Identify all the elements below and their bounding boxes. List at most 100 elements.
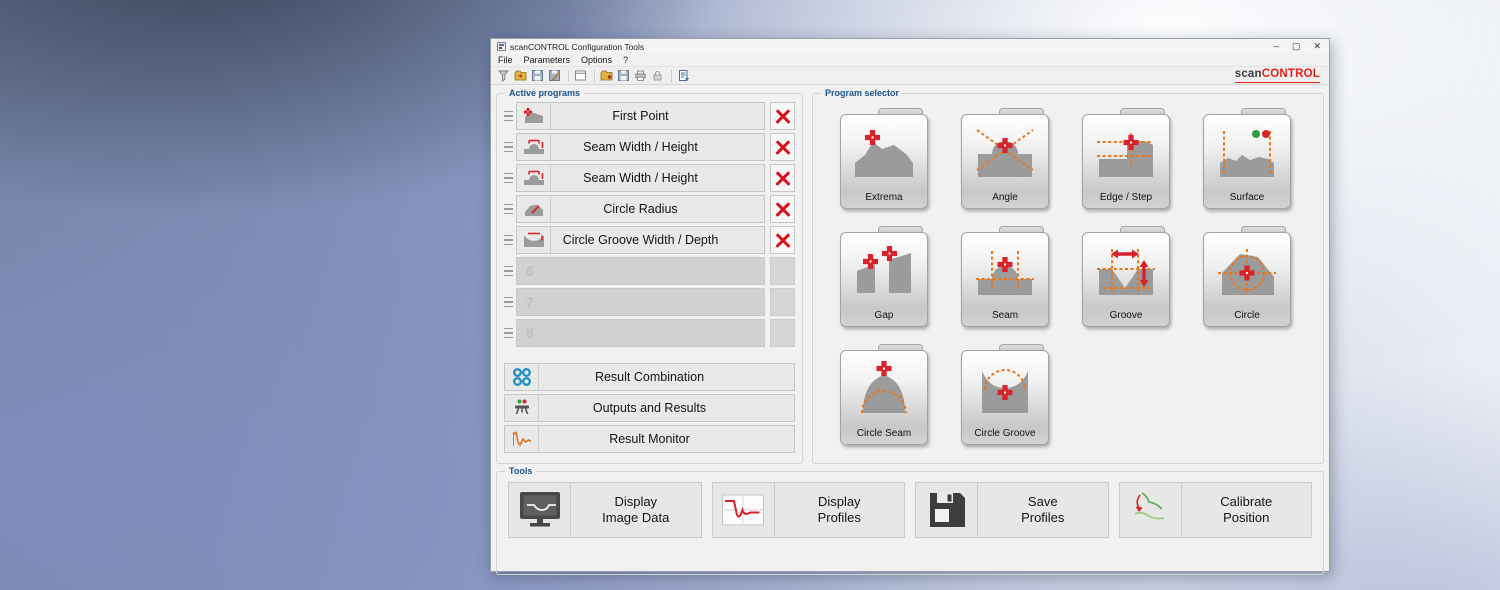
- result-combination-button[interactable]: Result Combination: [504, 363, 795, 391]
- tile-seam[interactable]: Seam: [961, 226, 1049, 327]
- toolbar-separator: [568, 70, 569, 82]
- gap-art-icon: [849, 241, 919, 299]
- red-x-icon: [775, 232, 791, 248]
- remove-program-button[interactable]: [770, 164, 795, 192]
- drag-handle-icon[interactable]: [504, 173, 513, 183]
- program-label: Circle Radius: [551, 202, 764, 216]
- minimize-button[interactable]: –: [1274, 42, 1279, 51]
- title-bar[interactable]: scanCONTROL Configuration Tools – ▢ ✕: [491, 39, 1329, 54]
- monitor-icon: [509, 483, 571, 537]
- seam-icon: [517, 134, 551, 160]
- toolbar: scanCONTROL: [491, 66, 1329, 85]
- drag-handle-icon[interactable]: [504, 204, 513, 214]
- outputs-and-results-button[interactable]: Outputs and Results: [504, 394, 795, 422]
- tile-gap[interactable]: Gap: [840, 226, 928, 327]
- drag-handle-icon[interactable]: [504, 328, 513, 338]
- surface-art-icon: [1212, 123, 1282, 181]
- calibrate-position-button[interactable]: Calibrate Position: [1119, 482, 1313, 538]
- circle-art-icon: [1212, 241, 1282, 299]
- slot-number: 6: [517, 263, 534, 279]
- result-buttons: Result Combination Outputs and Results R…: [504, 363, 795, 456]
- tile-circle-groove[interactable]: Circle Groove: [961, 344, 1049, 445]
- circle-groove-icon: [517, 227, 551, 253]
- program-button[interactable]: Seam Width / Height: [516, 133, 765, 161]
- drag-handle-icon[interactable]: [504, 297, 513, 307]
- folder-body: Gap: [840, 232, 928, 327]
- tile-edge-step[interactable]: Edge / Step: [1082, 108, 1170, 209]
- display-profiles-button[interactable]: Display Profiles: [712, 482, 906, 538]
- tile-angle[interactable]: Angle: [961, 108, 1049, 209]
- tile-label: Groove: [1110, 310, 1143, 321]
- tile-extrema[interactable]: Extrema: [840, 108, 928, 209]
- window-icon[interactable]: [573, 69, 588, 83]
- empty-program-slot: 6: [516, 257, 765, 285]
- seam-art-icon: [970, 241, 1040, 299]
- tile-surface[interactable]: Surface: [1203, 108, 1291, 209]
- button-label: Display Image Data: [571, 494, 701, 526]
- toolbar-separator: [594, 70, 595, 82]
- display-image-data-button[interactable]: Display Image Data: [508, 482, 702, 538]
- outputs-results-icon: [505, 395, 539, 421]
- drag-handle-icon[interactable]: [504, 235, 513, 245]
- floppy-icon[interactable]: [530, 69, 545, 83]
- button-label: Save Profiles: [978, 494, 1108, 526]
- remove-program-button[interactable]: [770, 133, 795, 161]
- button-label: Display Profiles: [775, 494, 905, 526]
- calibrate-curve-icon: [1120, 483, 1182, 537]
- program-button[interactable]: First Point: [516, 102, 765, 130]
- tile-label: Gap: [875, 310, 894, 321]
- red-x-icon: [775, 139, 791, 155]
- floppy-disk-icon: [916, 483, 978, 537]
- remove-program-button-disabled: [770, 257, 795, 285]
- edge-step-art-icon: [1091, 123, 1161, 181]
- program-button[interactable]: Seam Width / Height: [516, 164, 765, 192]
- floppy2-icon[interactable]: [616, 69, 631, 83]
- remove-program-button[interactable]: [770, 102, 795, 130]
- logo-control: CONTROL: [1262, 68, 1320, 80]
- tile-label: Angle: [992, 192, 1018, 203]
- lock-icon[interactable]: [650, 69, 665, 83]
- tile-groove[interactable]: Groove: [1082, 226, 1170, 327]
- menu-file[interactable]: File: [498, 55, 513, 65]
- remove-program-button-disabled: [770, 288, 795, 316]
- app-icon: [497, 42, 506, 51]
- funnel-icon[interactable]: [496, 69, 511, 83]
- menu-parameters[interactable]: Parameters: [524, 55, 571, 65]
- remove-program-button[interactable]: [770, 195, 795, 223]
- circle-radius-icon: [517, 196, 551, 222]
- app-window: scanCONTROL Configuration Tools – ▢ ✕ Fi…: [490, 38, 1330, 572]
- drag-handle-icon[interactable]: [504, 111, 513, 121]
- program-row-seam-width: Seam Width / Height: [504, 133, 795, 161]
- tile-circle-seam[interactable]: Circle Seam: [840, 344, 928, 445]
- program-label: Circle Groove Width / Depth: [551, 233, 764, 247]
- program-button[interactable]: Circle Groove Width / Depth: [516, 226, 765, 254]
- remove-program-button[interactable]: [770, 226, 795, 254]
- program-row-empty-6: 6: [504, 257, 795, 285]
- printer-icon[interactable]: [633, 69, 648, 83]
- drag-handle-icon[interactable]: [504, 142, 513, 152]
- tile-label: Extrema: [865, 192, 902, 203]
- active-programs-list: First Point Seam Width / Height: [504, 102, 795, 350]
- program-selector-label: Program selector: [821, 88, 903, 99]
- result-monitor-button[interactable]: Result Monitor: [504, 425, 795, 453]
- menu-help[interactable]: ?: [623, 55, 628, 65]
- save-profiles-button[interactable]: Save Profiles: [915, 482, 1109, 538]
- program-row-empty-7: 7: [504, 288, 795, 316]
- menu-options[interactable]: Options: [581, 55, 612, 65]
- program-selector-panel: Program selector Extrema Angle: [812, 93, 1324, 464]
- active-programs-panel: Active programs First Point: [496, 93, 803, 464]
- folder-arrow-icon[interactable]: [513, 69, 528, 83]
- program-button[interactable]: Circle Radius: [516, 195, 765, 223]
- folder-plus-icon[interactable]: [599, 69, 614, 83]
- floppy-edit-icon[interactable]: [547, 69, 562, 83]
- empty-program-slot: 7: [516, 288, 765, 316]
- tile-circle[interactable]: Circle: [1203, 226, 1291, 327]
- logo-scan: scan: [1235, 68, 1262, 80]
- document-blue-icon[interactable]: [676, 69, 691, 83]
- window-content: Active programs First Point: [491, 85, 1329, 571]
- angle-art-icon: [970, 123, 1040, 181]
- maximize-button[interactable]: ▢: [1292, 42, 1301, 51]
- program-row-circle-groove: Circle Groove Width / Depth: [504, 226, 795, 254]
- drag-handle-icon[interactable]: [504, 266, 513, 276]
- close-button[interactable]: ✕: [1313, 42, 1321, 51]
